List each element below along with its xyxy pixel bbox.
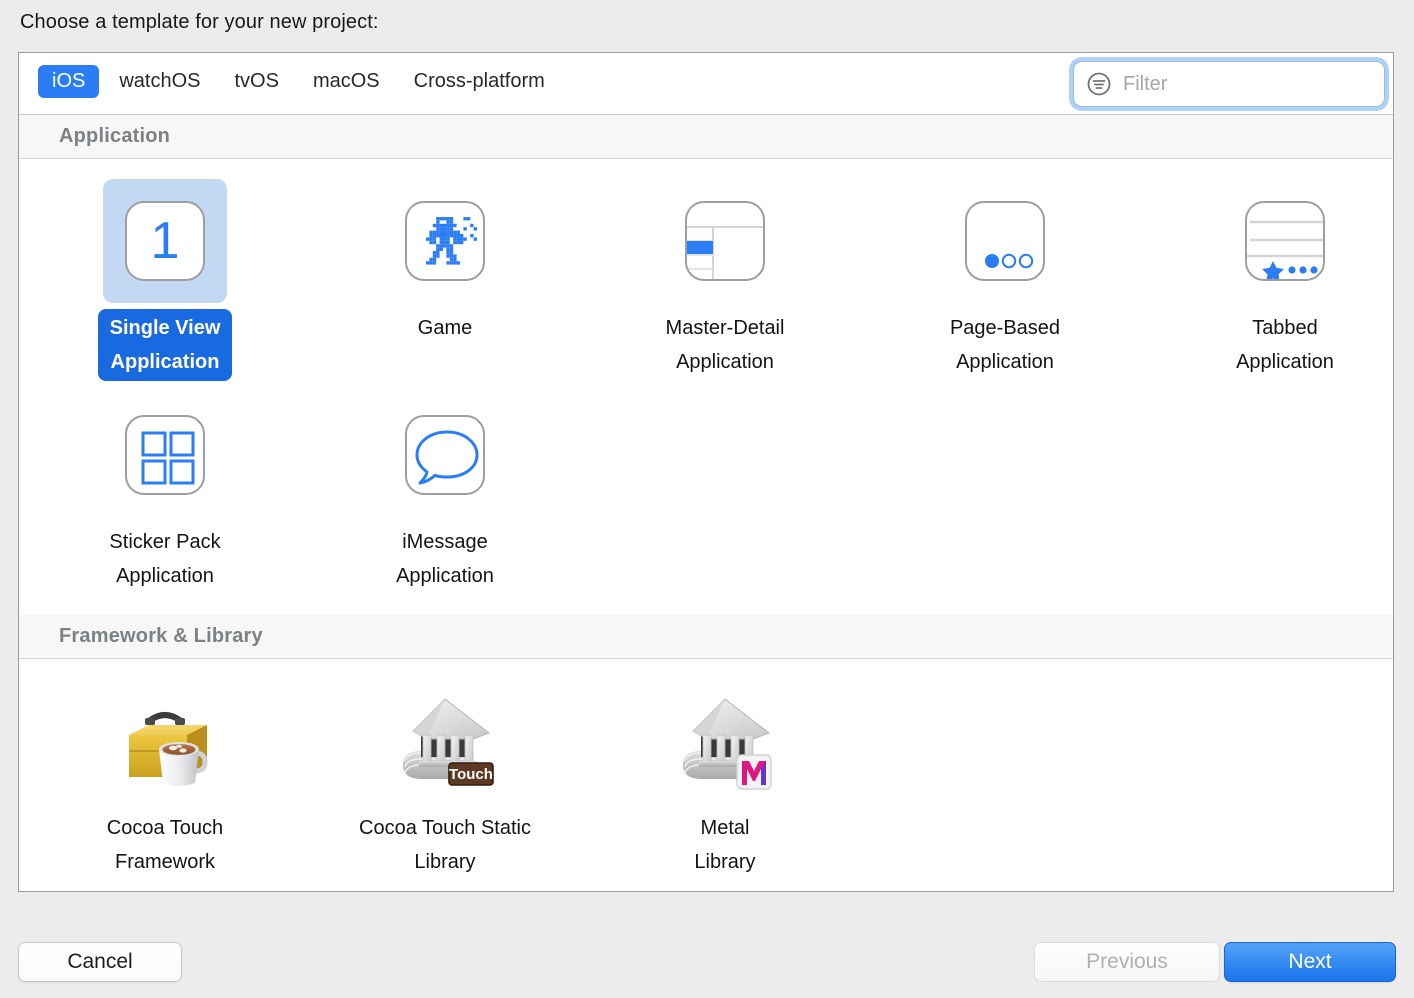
- toolbox-cocoa-glyph: [129, 712, 208, 786]
- template-chooser-panel: iOS watchOS tvOS macOS Cross-platform Filter: [18, 52, 1394, 892]
- template-item[interactable]: Sticker Pack Application: [25, 387, 305, 601]
- platform-tabs[interactable]: iOS watchOS tvOS macOS Cross-platform: [38, 65, 565, 98]
- app-icon-frame: [685, 201, 765, 281]
- tab-macos[interactable]: macOS: [299, 65, 394, 98]
- filter-input-placeholder[interactable]: Filter: [1123, 73, 1167, 96]
- template-item-label: Single View Application: [97, 309, 233, 381]
- sticker-pack-icon: [103, 393, 227, 517]
- app-icon-frame: [965, 201, 1045, 281]
- app-icon-frame: [1245, 201, 1325, 281]
- template-item-label: Page-Based Application: [949, 317, 1061, 373]
- template-item-label: iMessage Application: [396, 531, 494, 587]
- template-grid: 1 Single View Application Game Master-Detai…: [19, 159, 1393, 615]
- app-icon-frame: 1: [125, 201, 205, 281]
- next-button[interactable]: Next: [1224, 942, 1396, 982]
- previous-button[interactable]: Previous: [1034, 942, 1220, 982]
- cancel-button[interactable]: Cancel: [18, 942, 182, 982]
- touch-badge: Touch: [448, 762, 494, 786]
- template-item[interactable]: Cocoa Touch Framework: [25, 673, 305, 887]
- platform-toolbar: iOS watchOS tvOS macOS Cross-platform Filter: [19, 53, 1393, 115]
- app-icon-frame: [125, 415, 205, 495]
- template-item[interactable]: Page-Based Application: [865, 173, 1145, 387]
- tabbed-icon: [1223, 179, 1347, 303]
- template-item[interactable]: Touch Cocoa Touch Static Library: [305, 673, 585, 887]
- filter-icon: [1086, 71, 1112, 97]
- template-item[interactable]: Metal Library: [585, 673, 865, 887]
- template-grid: Cocoa Touch Framework Touch Cocoa Touch St…: [19, 659, 1393, 891]
- tab-cross-platform[interactable]: Cross-platform: [400, 65, 559, 98]
- template-item[interactable]: 1 Single View Application: [25, 173, 305, 387]
- filter-field[interactable]: Filter: [1073, 61, 1385, 107]
- group-header: Framework & Library: [19, 615, 1393, 659]
- single-view-icon: 1: [103, 179, 227, 303]
- template-item-label: Master-Detail Application: [665, 317, 785, 373]
- dialog-footer: Cancel Previous Next: [0, 892, 1414, 998]
- template-item-label: Metal Library: [694, 817, 756, 873]
- app-icon-frame: [405, 201, 485, 281]
- template-item-label: Sticker Pack Application: [109, 531, 221, 587]
- template-item[interactable]: Master-Detail Application: [585, 173, 865, 387]
- app-icon-frame: [405, 415, 485, 495]
- template-item[interactable]: Tabbed Application: [1145, 173, 1393, 387]
- template-item[interactable]: Game: [305, 173, 585, 387]
- page-based-icon: [943, 179, 1067, 303]
- toolbox-cocoa-icon: [103, 679, 227, 803]
- template-item-label: Tabbed Application: [1236, 317, 1334, 373]
- tab-ios[interactable]: iOS: [38, 65, 100, 98]
- tab-watchos[interactable]: watchOS: [105, 65, 214, 98]
- imessage-icon: [383, 393, 507, 517]
- library-touch-icon: Touch: [383, 679, 507, 803]
- page-title: Choose a template for your new project:: [20, 11, 379, 33]
- template-item-label: Cocoa Touch Static Library: [359, 817, 531, 873]
- metal-badge: [736, 754, 772, 790]
- library-metal-icon: [663, 679, 787, 803]
- template-item[interactable]: iMessage Application: [305, 387, 585, 601]
- group-header: Application: [19, 115, 1393, 159]
- template-item-label: Cocoa Touch Framework: [106, 817, 224, 873]
- template-list: Application 1 Single View Application Game M…: [19, 115, 1393, 891]
- game-robot-icon: [383, 179, 507, 303]
- template-item-label: Game: [417, 317, 473, 339]
- svg-text:Touch: Touch: [449, 766, 493, 783]
- tab-tvos[interactable]: tvOS: [221, 65, 293, 98]
- master-detail-icon: [663, 179, 787, 303]
